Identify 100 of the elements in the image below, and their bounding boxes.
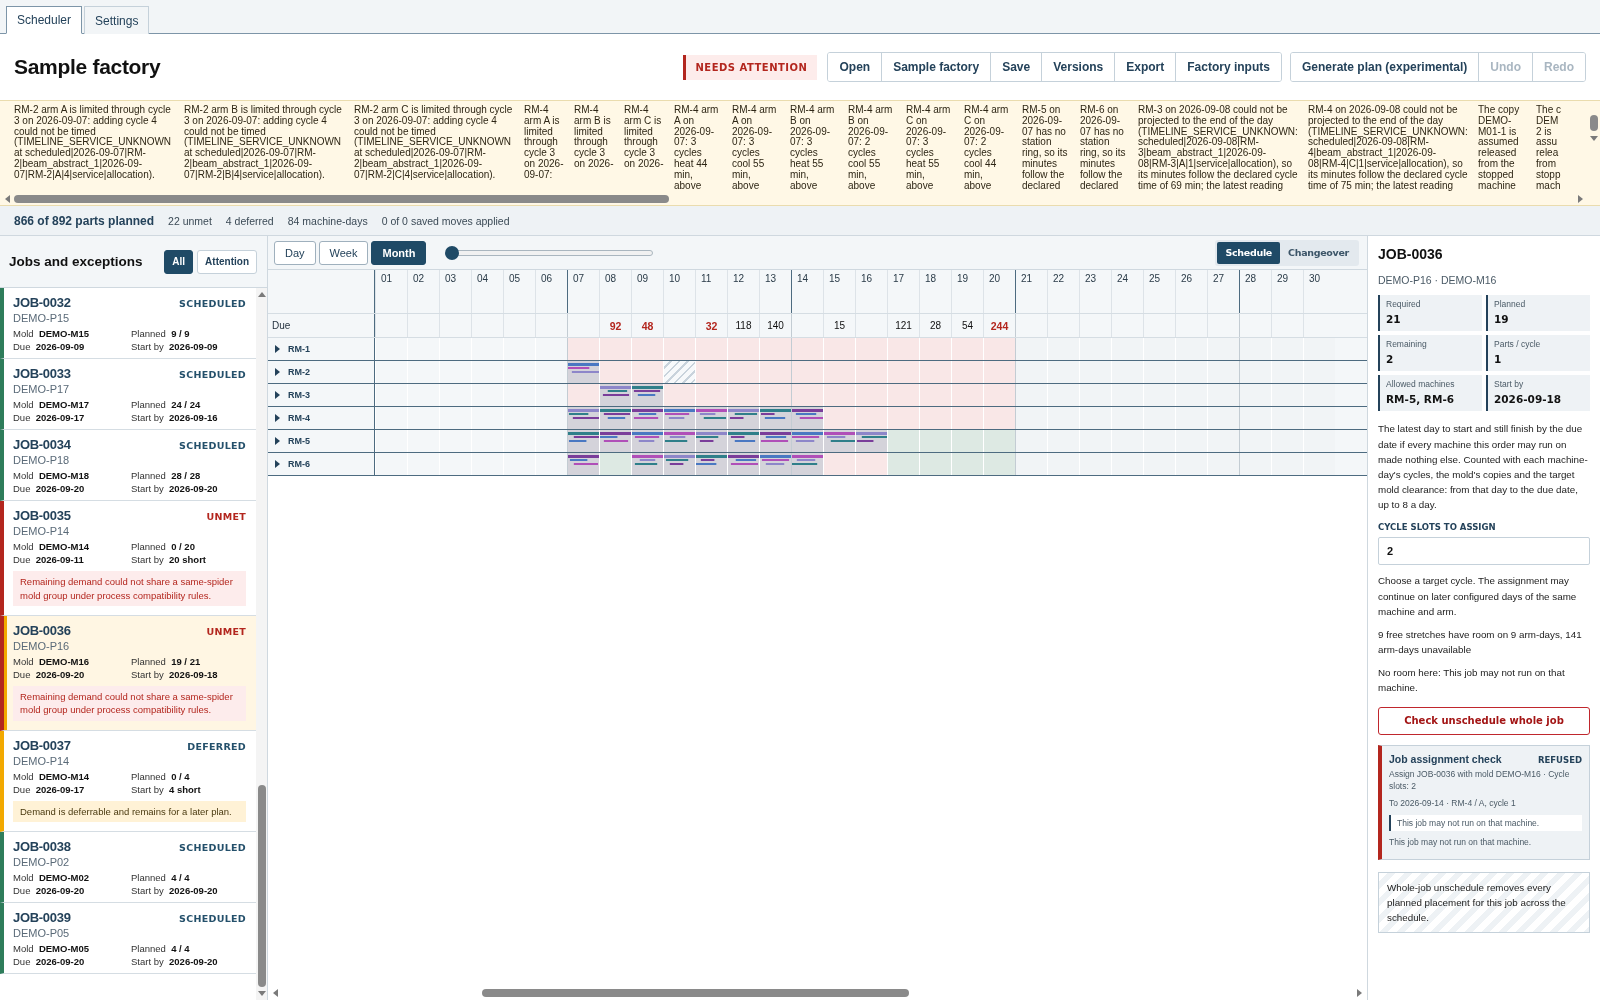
day-label: 05 <box>503 270 535 314</box>
job-field: Planned 0 / 20 <box>131 541 246 553</box>
schedule-cell[interactable] <box>791 361 823 384</box>
scrollbar-thumb[interactable] <box>257 785 266 987</box>
schedule-cell[interactable] <box>567 407 599 430</box>
check-detail: To 2026-09-14 · RM-4 / A, cycle 1 <box>1389 797 1517 810</box>
slots-input[interactable]: 2 <box>1378 537 1590 566</box>
scrollbar-thumb[interactable] <box>482 989 910 997</box>
due-count: 15 <box>833 320 846 332</box>
job-card[interactable]: JOB-0038 SCHEDULED DEMO-P02 Mold DEMO-M02 Planned 4 / 4 Due 2026-09-20 Start by 2026-09-20 <box>0 831 256 903</box>
job-id: JOB-0034 <box>13 437 71 453</box>
toolbar-button[interactable]: Factory inputs <box>1175 53 1281 81</box>
schedule-cell[interactable] <box>567 361 599 384</box>
zoom-button[interactable]: Month <box>371 240 427 265</box>
unschedule-button[interactable]: Check unschedule whole job <box>1378 706 1590 735</box>
scroll-down-icon[interactable] <box>1590 134 1598 142</box>
schedule-bars-drawing <box>728 409 759 421</box>
scroll-down-icon[interactable] <box>257 989 266 997</box>
day-label: 15 <box>823 270 855 314</box>
schedule-bars-drawing <box>632 386 663 398</box>
schedule-cell[interactable] <box>791 407 823 430</box>
part-name: DEMO-P02 <box>13 855 71 868</box>
job-field: Mold DEMO-M14 <box>13 541 131 553</box>
schedule-cell[interactable] <box>791 338 823 361</box>
day-label: 25 <box>1143 270 1175 314</box>
caret-icon[interactable] <box>272 413 282 424</box>
schedule-bars-drawing <box>664 432 695 444</box>
filter-button[interactable]: Attention <box>197 249 257 274</box>
schedule-cell[interactable] <box>567 453 599 476</box>
scrollbar-thumb[interactable] <box>1590 115 1598 131</box>
scroll-right-icon[interactable] <box>1355 989 1363 997</box>
schedule-bars-drawing <box>696 409 727 421</box>
zoom-button[interactable]: Week <box>318 240 369 265</box>
job-field: Start by 4 short <box>131 783 246 795</box>
scroll-right-icon[interactable] <box>1576 195 1584 204</box>
job-card[interactable]: JOB-0032 SCHEDULED DEMO-P15 Mold DEMO-M15 Planned 9 / 9 Due 2026-09-09 Start by 2026-09-09 <box>0 288 256 360</box>
day-label: 20 <box>983 270 1015 314</box>
day-label: 21 <box>1015 270 1047 314</box>
job-field: Planned 4 / 4 <box>131 942 246 954</box>
scroll-up-icon[interactable] <box>257 291 266 300</box>
due-count: 121 <box>895 320 912 332</box>
tab[interactable]: Scheduler <box>6 6 83 34</box>
warning-text: RM-6 on 2026-09-07 has no station ring, so its minutes follow the declared <box>1080 105 1127 192</box>
view-toggle[interactable]: Changeover <box>1280 241 1357 264</box>
machine-name: RM-5 <box>288 436 310 447</box>
caret-icon[interactable] <box>272 344 282 355</box>
schedule-cell[interactable] <box>791 453 823 476</box>
scroll-left-icon[interactable] <box>272 989 280 997</box>
caret-icon[interactable] <box>272 390 282 401</box>
schedule-cell[interactable] <box>567 384 599 407</box>
job-card[interactable]: JOB-0033 SCHEDULED DEMO-P17 Mold DEMO-M17 Planned 24 / 24 Due 2026-09-17 Start by 2026-09-16 <box>0 359 256 431</box>
job-card[interactable]: JOB-0036 UNMET DEMO-P16 Mold DEMO-M16 Planned 19 / 21 Due 2026-09-20 Start by 2026-09-18 Remaining demand could not share a same-spider mold group under process compatibility rules. <box>0 615 256 731</box>
day-label: 18 <box>919 270 951 314</box>
stat-label: Allowed machines <box>1386 379 1456 390</box>
job-field: Start by 2026-09-09 <box>131 341 246 353</box>
job-status: SCHEDULED <box>179 912 246 924</box>
schedule-cell[interactable] <box>567 430 599 453</box>
schedule-cell[interactable] <box>791 384 823 407</box>
job-status: SCHEDULED <box>179 841 246 853</box>
schedule-bars-drawing <box>792 455 823 467</box>
schedule-cell[interactable] <box>791 430 823 453</box>
summary-stat: 4 deferred <box>225 214 274 227</box>
caret-icon[interactable] <box>272 436 282 447</box>
view-toggle[interactable]: Schedule <box>1217 241 1280 264</box>
schedule-bars-drawing <box>760 455 791 467</box>
zoom-button[interactable]: Day <box>274 240 316 265</box>
stat-value: 19 <box>1494 313 1510 326</box>
machine-name: RM-1 <box>288 344 310 355</box>
slider-thumb[interactable] <box>445 245 460 260</box>
job-status: UNMET <box>206 625 246 637</box>
job-field: Due 2026-09-17 <box>13 412 131 424</box>
job-id: JOB-0039 <box>13 909 71 925</box>
schedule-bars-drawing <box>600 432 631 444</box>
job-field: Due 2026-09-20 <box>13 483 131 495</box>
schedule-bars-drawing <box>568 409 599 421</box>
schedule-bars-drawing <box>664 409 695 421</box>
job-card[interactable]: JOB-0035 UNMET DEMO-P14 Mold DEMO-M14 Planned 0 / 20 Due 2026-09-11 Start by 20 short Remaining demand could not share a same-spider mold group under process compatibility rules. <box>0 501 256 616</box>
job-field: Planned 4 / 4 <box>131 871 246 883</box>
caret-icon[interactable] <box>272 459 282 470</box>
day-label: 04 <box>471 270 503 314</box>
filter-button[interactable]: All <box>164 249 194 274</box>
warning-text: RM-4 arm C on 2026-09-07: 3 cycles heat 55 min, above <box>906 105 952 192</box>
range-slider[interactable] <box>445 244 654 261</box>
job-field: Due 2026-09-09 <box>13 341 131 353</box>
job-card[interactable]: JOB-0037 DEFERRED DEMO-P14 Mold DEMO-M14 Planned 0 / 4 Due 2026-09-17 Start by 4 short Demand is deferrable and remains for a later plan. <box>0 730 256 832</box>
schedule-cell[interactable] <box>567 338 599 361</box>
job-field: Start by 2026-09-20 <box>131 884 246 896</box>
stat-label: Start by <box>1494 379 1525 390</box>
schedule-bars-drawing <box>696 432 727 444</box>
explanation-text: The latest day to start and still finish by the due date if every machine this order may run on made nothing else. Counted with each machine-day's cycles, the mold's copies and the target mold clearance: from that day to the due date, up to 8 a day. <box>1378 422 1589 513</box>
job-card[interactable]: JOB-0039 SCHEDULED DEMO-P05 Mold DEMO-M05 Planned 4 / 4 Due 2026-09-20 Start by 2026-09-20 <box>0 902 256 974</box>
part-name: DEMO-P16 <box>13 639 71 652</box>
job-status: DEFERRED <box>187 740 246 752</box>
scrollbar-thumb[interactable] <box>14 195 670 204</box>
job-id: JOB-0038 <box>13 838 71 854</box>
tab[interactable]: Settings <box>84 6 150 34</box>
scroll-left-icon[interactable] <box>4 195 12 204</box>
caret-icon[interactable] <box>272 367 282 378</box>
detail-subtitle: DEMO-P16 · DEMO-M16 <box>1378 274 1498 287</box>
job-card[interactable]: JOB-0034 SCHEDULED DEMO-P18 Mold DEMO-M18 Planned 28 / 28 Due 2026-09-20 Start by 2026-09-20 <box>0 430 256 502</box>
